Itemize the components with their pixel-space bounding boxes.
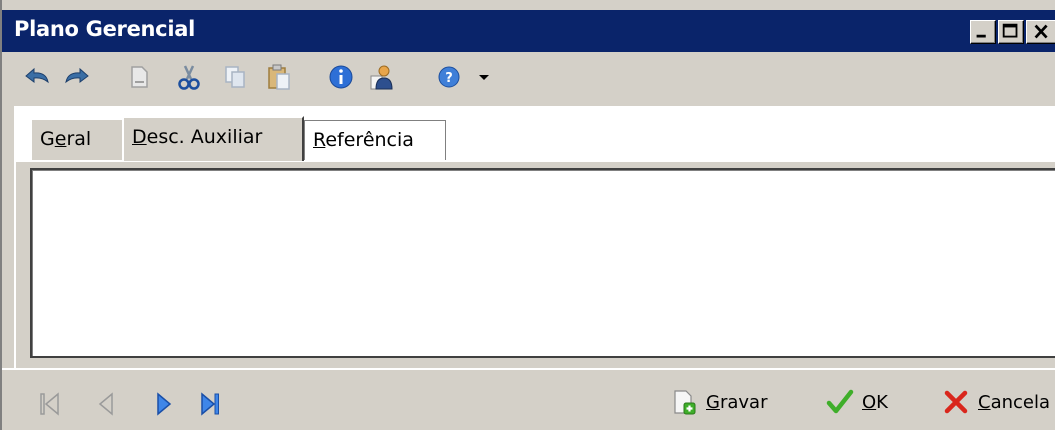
navigation-bar: Gravar OK Cancela xyxy=(2,368,1055,430)
cancelar-button[interactable]: Cancela xyxy=(942,382,1050,422)
prev-record-icon[interactable] xyxy=(94,390,118,418)
close-icon xyxy=(1034,24,1048,39)
help-icon[interactable]: ? xyxy=(434,62,464,92)
ok-button[interactable]: OK xyxy=(826,382,888,422)
window-title: Plano Gerencial xyxy=(14,17,195,41)
tab-geral[interactable]: Geral xyxy=(32,120,124,160)
cancel-x-icon xyxy=(944,390,968,414)
gravar-button[interactable]: Gravar xyxy=(670,382,767,422)
tab-desc-auxiliar[interactable]: Desc. Auxiliar xyxy=(122,116,304,161)
copy-icon[interactable] xyxy=(220,62,250,92)
last-record-icon[interactable] xyxy=(198,390,222,418)
tab-strip: Geral Desc. Auxiliar Referência xyxy=(14,110,1055,161)
paste-icon[interactable] xyxy=(264,62,294,92)
title-bar[interactable]: Plano Gerencial xyxy=(2,8,1055,52)
next-record-icon[interactable] xyxy=(152,390,176,418)
tab-control: Geral Desc. Auxiliar Referência xyxy=(14,106,1055,368)
minimize-icon xyxy=(976,34,986,38)
minimize-button[interactable] xyxy=(970,20,996,44)
tab-panel-desc-auxiliar xyxy=(16,160,1055,368)
undo-icon[interactable] xyxy=(22,62,52,92)
desc-auxiliar-memo[interactable] xyxy=(30,168,1055,358)
check-icon xyxy=(826,389,854,414)
user-icon[interactable] xyxy=(366,62,396,92)
cut-icon[interactable] xyxy=(174,62,204,92)
toolbar: ? xyxy=(2,52,1055,100)
maximize-icon xyxy=(1002,23,1018,38)
maximize-button[interactable] xyxy=(998,20,1024,44)
new-document-icon[interactable] xyxy=(124,62,154,92)
svg-text:?: ? xyxy=(445,71,453,86)
info-icon[interactable] xyxy=(326,62,356,92)
first-record-icon[interactable] xyxy=(38,390,62,418)
close-button[interactable] xyxy=(1026,20,1055,44)
redo-icon[interactable] xyxy=(62,62,92,92)
tab-referencia[interactable]: Referência xyxy=(304,120,446,160)
dropdown-arrow-icon[interactable] xyxy=(474,62,494,92)
save-document-icon xyxy=(674,390,696,415)
plano-gerencial-window: Plano Gerencial ? Geral Desc. Auxiliar R… xyxy=(0,0,1055,430)
